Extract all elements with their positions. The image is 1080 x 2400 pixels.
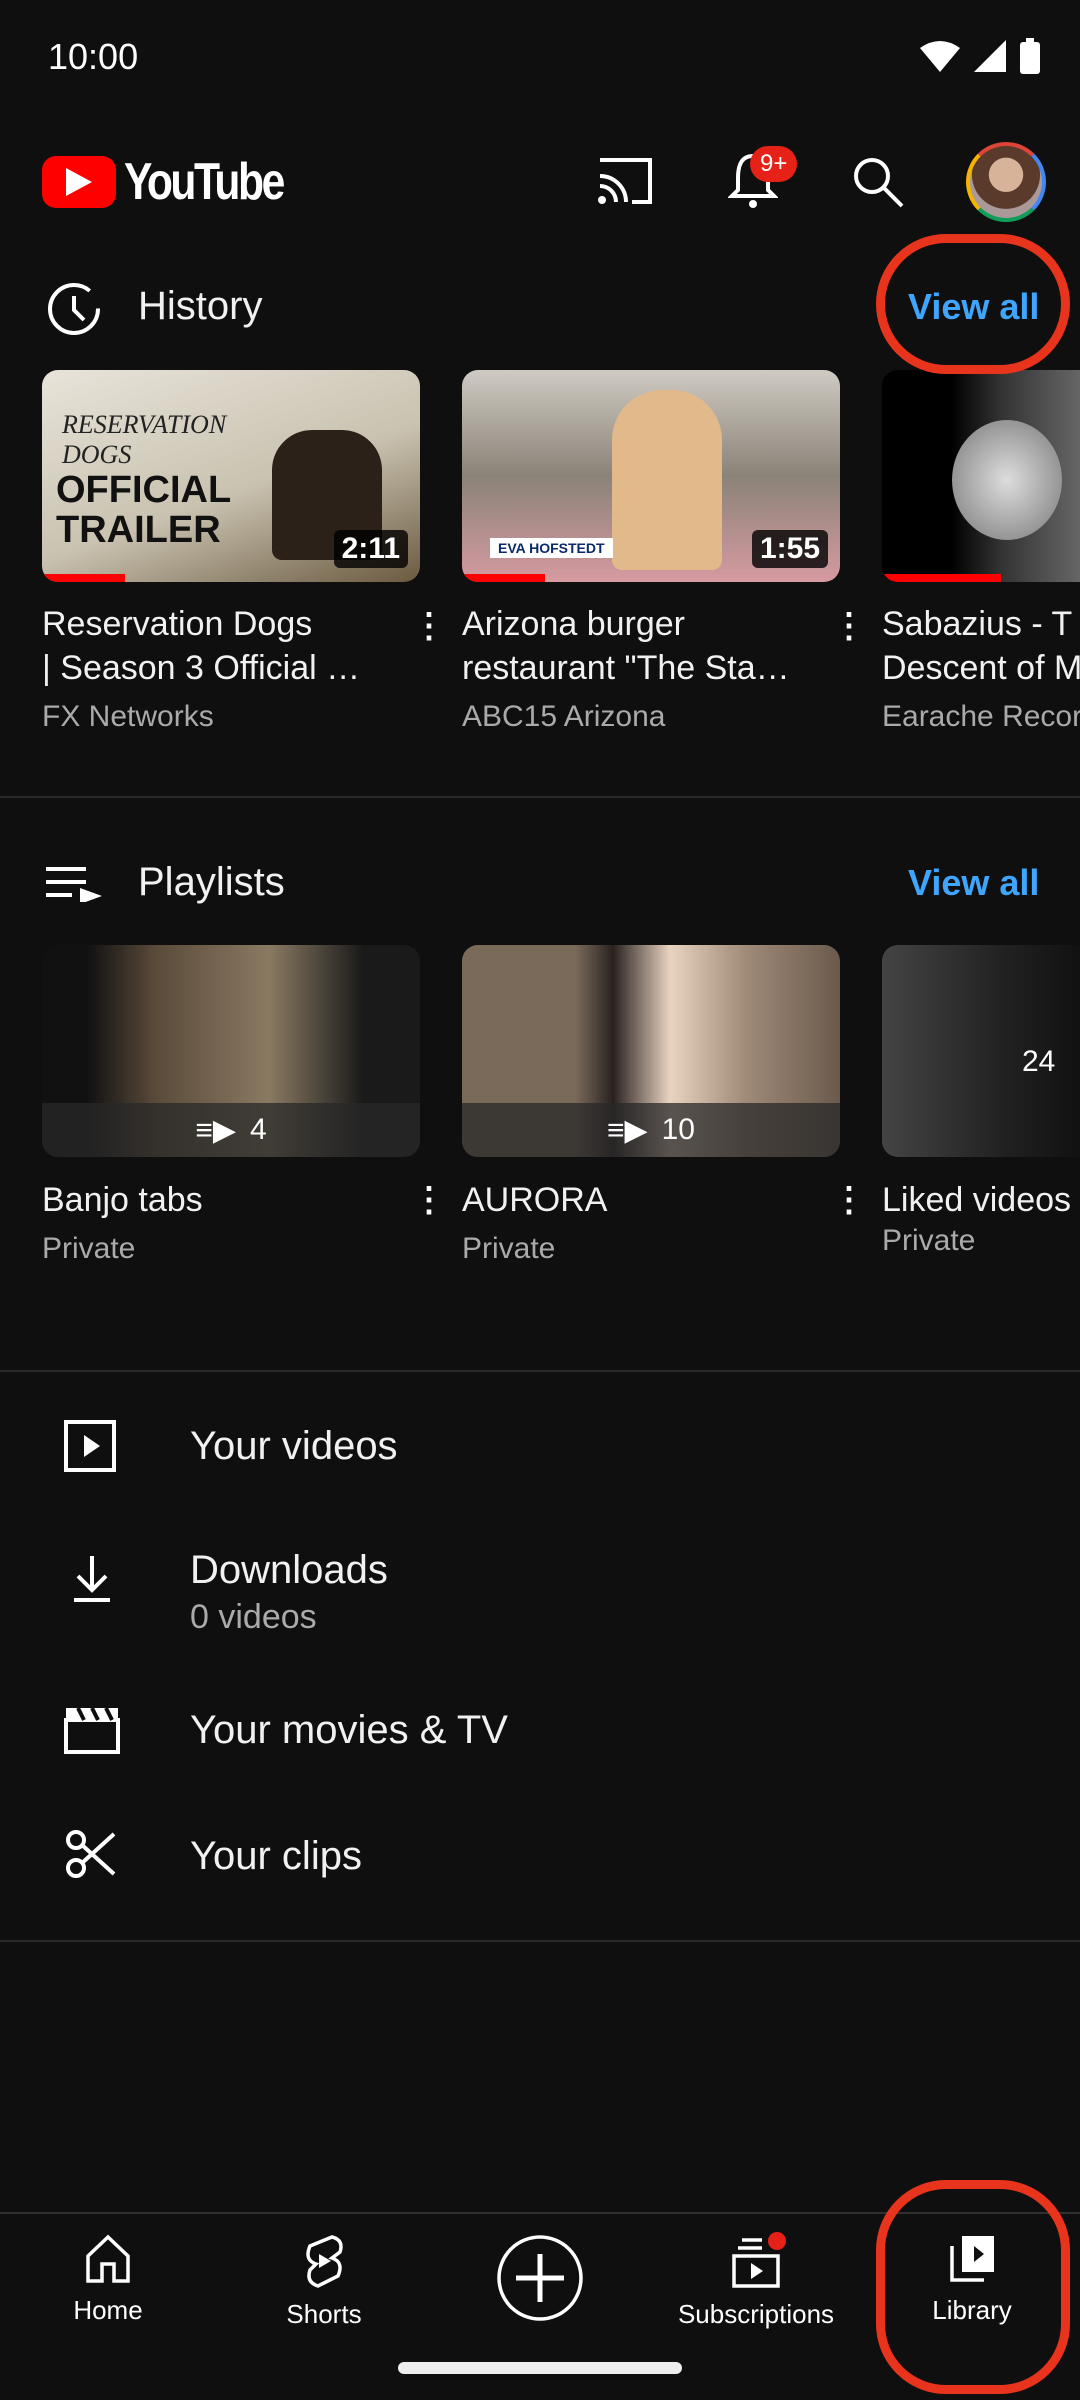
playlist-icon: ≡▶	[607, 1113, 648, 1147]
clapperboard-icon	[64, 1707, 120, 1754]
more-options-icon[interactable]: ⋮	[832, 1180, 866, 1220]
status-icons	[920, 38, 1040, 74]
channel-name: Earache Recor	[882, 700, 1080, 733]
avatar[interactable]	[966, 142, 1046, 222]
scissors-icon	[66, 1830, 116, 1878]
home-indicator[interactable]	[398, 2362, 682, 2374]
duration: 2:11	[333, 530, 408, 568]
your-clips-item[interactable]: Your clips	[0, 1802, 1080, 1912]
watch-progress	[882, 574, 1001, 582]
watch-progress	[42, 574, 126, 582]
create-button[interactable]	[440, 2234, 640, 2327]
playlist-title[interactable]: Banjo tabs	[42, 1178, 382, 1222]
playlists-view-all-button[interactable]: View all	[908, 862, 1039, 904]
playlist-privacy: Private	[42, 1232, 136, 1265]
video-title[interactable]: Reservation Dogs | Season 3 Official …	[42, 602, 382, 690]
playlist-title[interactable]: AURORA	[462, 1178, 802, 1222]
home-icon	[86, 2234, 130, 2283]
nav-home[interactable]: Home	[8, 2234, 208, 2326]
status-time: 10:00	[48, 36, 139, 77]
youtube-logo[interactable]: YouTube	[42, 152, 318, 212]
new-content-dot	[768, 2232, 786, 2250]
duration: 1:55	[751, 530, 828, 568]
notifications-button[interactable]: 9+	[727, 146, 798, 214]
person-image	[612, 390, 722, 570]
battery-icon	[1020, 38, 1040, 74]
playlist-thumbnail[interactable]: ≡▶ 4	[42, 945, 420, 1157]
plus-circle-icon	[497, 2235, 583, 2321]
history-title: History	[138, 284, 263, 328]
nav-shorts[interactable]: Shorts	[224, 2234, 424, 2330]
notification-badge: 9+	[750, 146, 798, 182]
playlist-privacy: Private	[882, 1224, 976, 1257]
downloads-item[interactable]: Downloads 0 videos	[0, 1520, 1080, 1636]
watch-progress	[462, 574, 546, 582]
your-videos-item[interactable]: Your videos	[0, 1392, 1080, 1502]
playlist-icon: ≡▶	[195, 1113, 236, 1147]
divider	[0, 1940, 1080, 1942]
cast-icon[interactable]	[596, 156, 654, 206]
annotation-circle	[876, 234, 1070, 374]
playlists-title: Playlists	[138, 860, 285, 904]
playlist-thumbnail[interactable]: ≡▶ 10	[462, 945, 840, 1157]
playlist-privacy: Private	[462, 1232, 556, 1265]
channel-name: ABC15 Arizona	[462, 700, 666, 733]
video-title[interactable]: Sabazius - T Descent of M	[882, 602, 1080, 690]
skull-image	[952, 420, 1062, 540]
nav-subscriptions[interactable]: Subscriptions	[656, 2232, 856, 2330]
video-title[interactable]: Arizona burger restaurant "The Sta…	[462, 602, 802, 690]
channel-name: FX Networks	[42, 700, 214, 733]
video-thumbnail[interactable]: RESERVATION DOGS OFFICIAL TRAILER 2:11	[42, 370, 420, 582]
playlist-title[interactable]: Liked videos	[882, 1178, 1080, 1222]
history-icon	[48, 283, 100, 335]
divider	[0, 796, 1080, 798]
play-square-icon	[64, 1420, 116, 1472]
shorts-icon	[306, 2235, 343, 2288]
annotation-circle	[876, 2180, 1070, 2394]
playlist-count: 10	[661, 1113, 695, 1146]
wifi-icon	[920, 41, 960, 72]
divider	[0, 1370, 1080, 1372]
more-options-icon[interactable]: ⋮	[412, 1180, 446, 1220]
your-movies-item[interactable]: Your movies & TV	[0, 1676, 1080, 1786]
more-options-icon[interactable]: ⋮	[832, 606, 866, 646]
download-icon	[74, 1556, 110, 1602]
signal-icon	[974, 40, 1006, 72]
search-icon[interactable]	[852, 156, 904, 208]
playlist-icon	[46, 867, 102, 902]
more-options-icon[interactable]: ⋮	[412, 606, 446, 646]
liked-count: 24	[1022, 1045, 1056, 1078]
video-thumbnail[interactable]	[882, 370, 1080, 582]
playlist-thumbnail[interactable]: 24	[882, 945, 1080, 1157]
video-thumbnail[interactable]: EVA HOFSTEDT 1:55	[462, 370, 840, 582]
playlist-count: 4	[249, 1113, 267, 1146]
